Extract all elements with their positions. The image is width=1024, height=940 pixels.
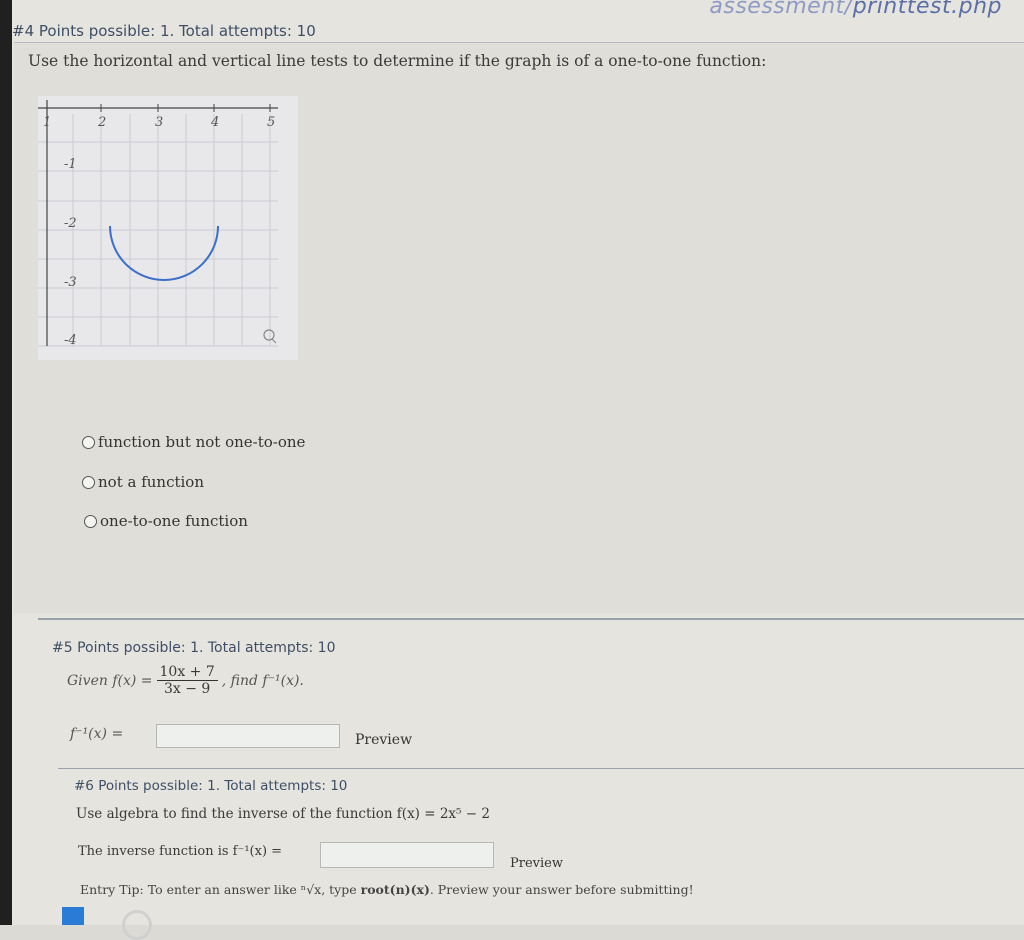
q5-given: Given f(x) = (67, 672, 153, 689)
q5-answer-label: f⁻¹(x) = (70, 726, 124, 742)
radio-button[interactable] (82, 435, 95, 449)
x-tick-label: 4 (210, 115, 219, 130)
q4-prompt: Use the horizontal and vertical line tes… (28, 52, 767, 70)
section-divider (58, 768, 1024, 769)
y-tick-label: -1 (64, 157, 77, 172)
q5-denominator: 3x − 9 (163, 681, 211, 697)
option-function-not-one-to-one[interactable]: function but not one-to-one (82, 433, 305, 451)
q5-answer-input[interactable] (156, 724, 340, 748)
page: assessment/printtest.php #4 Points possi… (12, 0, 1024, 925)
radio-button[interactable] (82, 475, 95, 489)
entry-tip-code: root(n)(x) (360, 882, 430, 897)
x-tick-label: 1 (43, 115, 51, 130)
windows-start-icon[interactable] (62, 907, 84, 925)
q6-header: #6 Points possible: 1. Total attempts: 1… (74, 778, 348, 794)
function-graph: 1 2 3 4 5 -1 -2 -3 -4 (38, 96, 298, 360)
option-label: one-to-one function (100, 512, 248, 530)
q5-prompt: Given f(x) = 10x + 7 3x − 9 , find f⁻¹(x… (67, 664, 304, 697)
q5-header: #5 Points possible: 1. Total attempts: 1… (52, 640, 336, 656)
y-tick-label: -4 (64, 333, 77, 348)
graph-background (38, 96, 298, 360)
url-path: assessment/ (709, 0, 853, 19)
search-icon[interactable] (122, 910, 152, 940)
q4-header: #4 Points possible: 1. Total attempts: 1… (12, 22, 316, 40)
q6-answer-label: The inverse function is f⁻¹(x) = (78, 844, 283, 859)
option-label: not a function (98, 473, 204, 491)
url-bar[interactable]: assessment/printtest.php (709, 0, 1002, 19)
y-tick-label: -3 (64, 275, 77, 290)
monitor-bezel (0, 0, 12, 925)
option-label: function but not one-to-one (98, 433, 306, 451)
entry-tip-suffix: . Preview your answer before submitting! (429, 882, 694, 897)
q5-preview-button[interactable]: Preview (355, 732, 412, 748)
q6-answer-input[interactable] (320, 842, 494, 868)
x-tick-label: 5 (267, 115, 275, 130)
x-tick-label: 2 (97, 115, 106, 130)
y-tick-label: -2 (64, 216, 77, 231)
q6-prompt: Use algebra to find the inverse of the f… (76, 806, 490, 822)
q5-numerator: 10x + 7 (156, 664, 218, 681)
q5-fraction: 10x + 7 3x − 9 (156, 664, 218, 697)
q5-find: , find f⁻¹(x). (221, 672, 304, 689)
x-tick-label: 3 (155, 115, 163, 130)
option-one-to-one[interactable]: one-to-one function (84, 512, 248, 530)
url-file: printtest.php (852, 0, 1002, 19)
section-divider (38, 618, 1024, 620)
q6-preview-button[interactable]: Preview (510, 856, 563, 871)
entry-tip-prefix: Entry Tip: To enter an answer like ⁿ√x, … (80, 882, 361, 897)
radio-button[interactable] (84, 514, 97, 528)
option-not-a-function[interactable]: not a function (82, 473, 204, 491)
q6-entry-tip: Entry Tip: To enter an answer like ⁿ√x, … (80, 882, 694, 897)
